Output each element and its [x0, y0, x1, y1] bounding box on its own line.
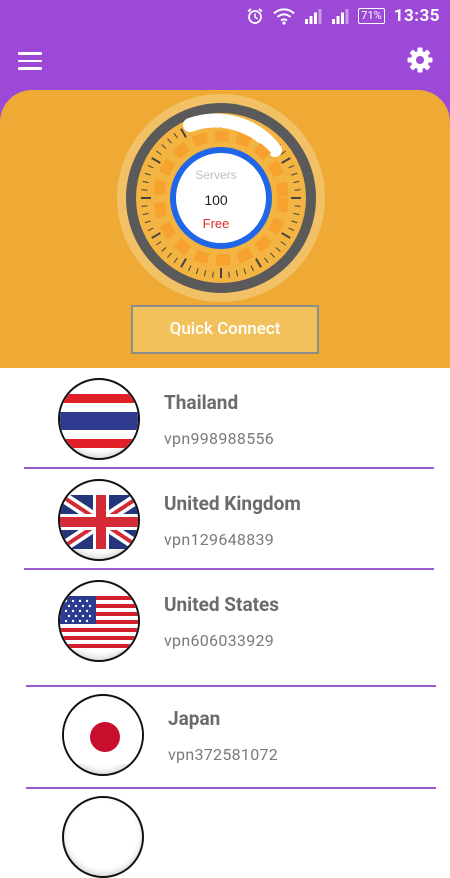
server-row-partial[interactable]: [0, 792, 450, 878]
alarm-icon: [247, 8, 263, 24]
status-bar: 71% 13:35: [0, 0, 450, 32]
gear-icon[interactable]: [406, 46, 434, 74]
battery-indicator: 71%: [358, 8, 385, 24]
country-name: Japan: [168, 707, 221, 730]
gauge-tick: [212, 271, 214, 278]
server-code: vpn998988556: [164, 429, 275, 448]
signal-icon-sim1: [305, 9, 322, 24]
server-code: vpn606033929: [164, 631, 275, 650]
united-states-flag: [58, 580, 140, 662]
gauge-tick: [141, 205, 148, 207]
row-divider: [26, 787, 436, 789]
menu-icon[interactable]: [18, 52, 42, 70]
gauge-tick: [294, 205, 301, 207]
server-row-united-kingdom[interactable]: United Kingdom vpn129648839: [0, 469, 450, 571]
country-name: United States: [164, 593, 280, 616]
japan-flag: [62, 694, 144, 776]
partial-flag-icon: [62, 796, 144, 878]
thailand-flag: [58, 378, 140, 460]
signal-icon-sim2: [332, 9, 349, 24]
quick-connect-button[interactable]: Quick Connect: [131, 305, 319, 354]
gauge-readout: Servers 100 Free: [166, 168, 266, 231]
server-row-japan[interactable]: Japan vpn372581072: [0, 686, 450, 789]
clock: 13:35: [393, 6, 440, 26]
server-code: vpn129648839: [164, 530, 275, 549]
wifi-icon: [273, 8, 295, 25]
status-icons: 71% 13:35: [246, 6, 440, 26]
country-name: United Kingdom: [164, 492, 301, 515]
united-kingdom-flag: [58, 479, 140, 561]
gauge-tick: [294, 189, 301, 191]
server-row-thailand[interactable]: Thailand vpn998988556: [0, 368, 450, 470]
connection-panel: Servers 100 Free Quick Connect: [0, 90, 450, 368]
server-code: vpn372581072: [168, 745, 279, 764]
gauge-tick: [228, 271, 230, 278]
servers-label: Servers: [195, 168, 237, 182]
country-name: Thailand: [164, 391, 239, 414]
gauge-tick: [141, 189, 148, 191]
servers-tier: Free: [202, 216, 230, 231]
servers-count: 100: [204, 192, 228, 208]
server-row-united-states[interactable]: United States vpn606033929: [0, 570, 450, 687]
